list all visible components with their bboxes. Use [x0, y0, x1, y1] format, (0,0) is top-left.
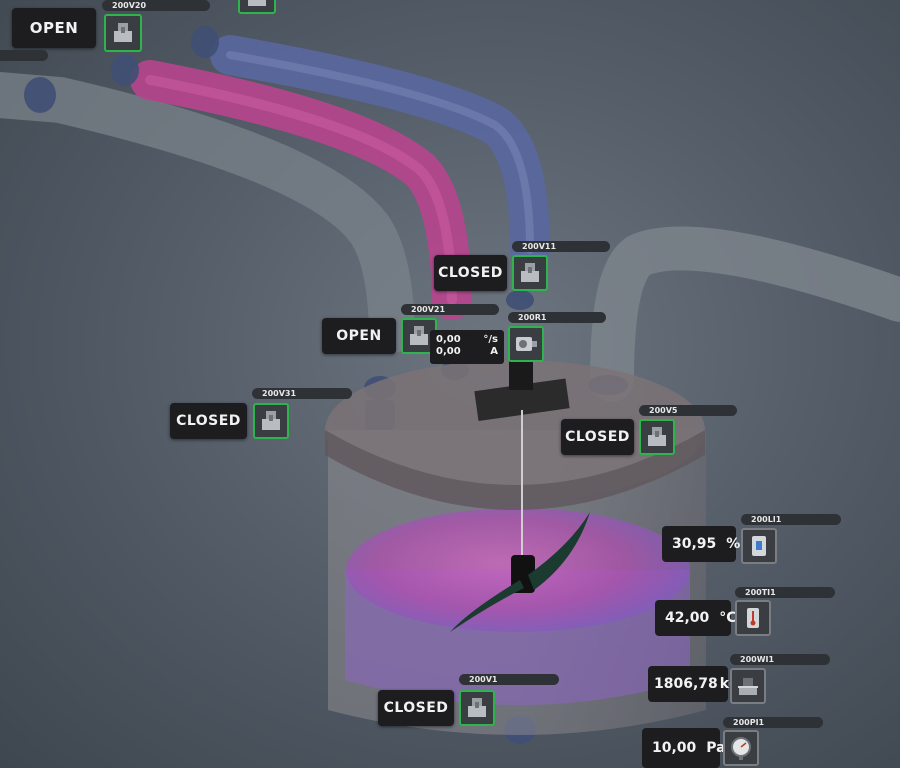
valve-200v20-status[interactable]: OPEN — [12, 8, 96, 48]
scale-icon — [738, 678, 758, 695]
valve-200v31-tile[interactable] — [253, 403, 289, 439]
valve-200v21-status[interactable]: OPEN — [322, 318, 396, 354]
valve-200v20-tile[interactable] — [104, 14, 142, 52]
motor-speed-unit: °/s — [483, 334, 498, 345]
weight-200wi1-tile[interactable] — [730, 668, 766, 704]
valve-200v31-status[interactable]: CLOSED — [170, 403, 247, 439]
valve-icon — [114, 23, 132, 42]
valve-200v11-tile[interactable] — [512, 255, 548, 291]
valve-200v11-status[interactable]: CLOSED — [434, 255, 507, 291]
pressure-gauge-icon — [731, 737, 751, 760]
weight-value: 1806,78 — [654, 676, 718, 692]
valve-200v11-tag: 200V11 — [512, 241, 610, 252]
motor-speed-value: 0,00 — [436, 334, 461, 345]
temp-200ti1-tile[interactable] — [735, 600, 771, 636]
valve-icon — [468, 698, 486, 717]
weight-200wi1-value: 1806,78 kg — [648, 666, 739, 702]
level-unit: % — [726, 536, 741, 552]
motor-200r1-readout: 0,00 °/s 0,00 A — [430, 330, 504, 364]
motor-current-unit: A — [490, 346, 498, 357]
valve-200v21-tag: 200V21 — [401, 304, 499, 315]
level-value: 30,95 — [672, 536, 717, 552]
pressure-200pi1-tag: 200PI1 — [723, 717, 823, 728]
thermometer-icon — [747, 608, 759, 628]
valve-icon — [410, 326, 428, 345]
motor-200r1-tag: 200R1 — [508, 312, 606, 323]
valve-icon — [248, 0, 266, 6]
valve-200v5-tag: 200V5 — [639, 405, 737, 416]
motor-200r1-tile[interactable] — [508, 326, 544, 362]
valve-200v5-tile[interactable] — [639, 419, 675, 455]
level-200li1-tile[interactable] — [741, 528, 777, 564]
temp-value: 42,00 — [665, 610, 710, 626]
process-scene — [0, 26, 900, 744]
valve-200v1-tile[interactable] — [459, 690, 495, 726]
partial-tag-left — [0, 50, 48, 61]
motor-current-value: 0,00 — [436, 346, 461, 357]
valve-200v1-tag: 200V1 — [459, 674, 559, 685]
temp-200ti1-tag: 200TI1 — [735, 587, 835, 598]
temp-unit: °C — [719, 610, 737, 626]
valve-200v5-status[interactable]: CLOSED — [561, 419, 634, 455]
level-200li1-value: 30,95 % — [662, 526, 740, 562]
valve-icon — [262, 411, 280, 430]
valve-top-partial-tile[interactable] — [238, 0, 276, 14]
weight-200wi1-tag: 200WI1 — [730, 654, 830, 665]
level-sensor-icon — [752, 536, 766, 556]
pressure-200pi1-value: 10,00 Pa — [642, 728, 726, 768]
valve-icon — [521, 263, 539, 282]
motor-icon — [516, 337, 537, 351]
valve-icon — [648, 427, 666, 446]
valve-200v1-status[interactable]: CLOSED — [378, 690, 454, 726]
pressure-value: 10,00 — [652, 740, 697, 756]
level-200li1-tag: 200LI1 — [741, 514, 841, 525]
temp-200ti1-value: 42,00 °C — [655, 600, 737, 636]
valve-200v31-tag: 200V31 — [252, 388, 352, 399]
valve-200v20-tag: 200V20 — [102, 0, 210, 11]
pressure-200pi1-tile[interactable] — [723, 730, 759, 766]
